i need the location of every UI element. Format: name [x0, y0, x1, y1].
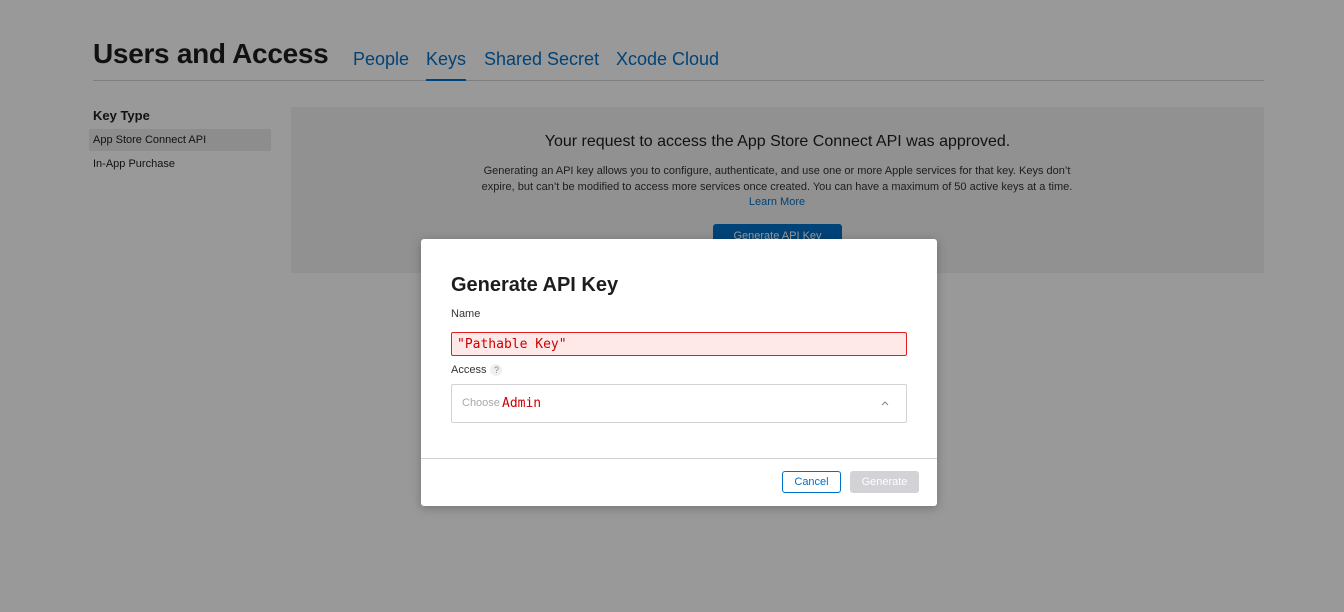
chevron-up-icon	[881, 401, 889, 406]
access-select[interactable]: Choose Admin	[451, 384, 907, 423]
access-label: Access	[451, 364, 487, 376]
access-select-value: Admin	[502, 396, 542, 411]
cancel-button[interactable]: Cancel	[782, 471, 841, 493]
generate-button[interactable]: Generate	[850, 471, 919, 493]
access-label-row: Access?	[451, 364, 503, 376]
access-select-placeholder: Choose	[462, 397, 500, 409]
name-label: Name	[451, 308, 481, 320]
help-icon[interactable]: ?	[490, 364, 503, 376]
name-input[interactable]: "Pathable Key"	[451, 332, 907, 356]
dialog-divider	[421, 458, 937, 459]
generate-api-key-dialog: Generate API Key Name "Pathable Key" Acc…	[421, 239, 937, 506]
dialog-title: Generate API Key	[451, 274, 619, 296]
